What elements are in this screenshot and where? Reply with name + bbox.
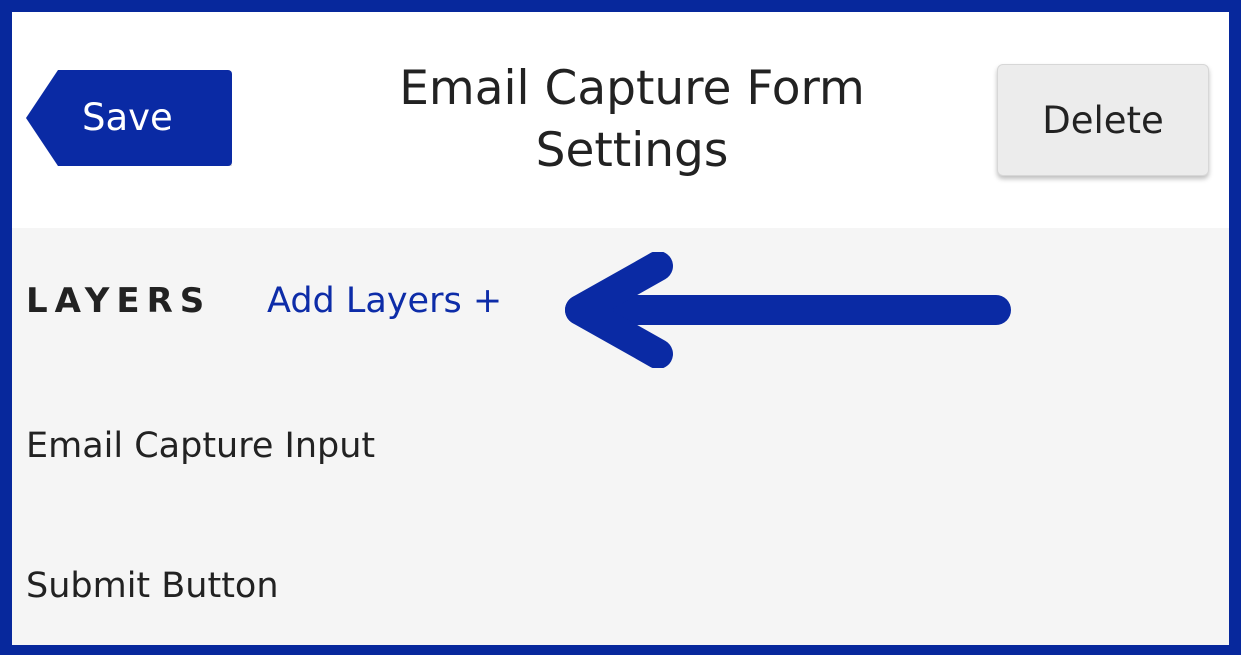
layers-section-label: LAYERS: [26, 281, 212, 321]
settings-header: Save Email Capture Form Settings Delete: [12, 12, 1229, 228]
layer-item-submit-button[interactable]: Submit Button: [26, 564, 279, 608]
layers-panel: LAYERS Add Layers + Email Capture Input …: [12, 228, 1229, 645]
delete-button[interactable]: Delete: [997, 64, 1209, 176]
layer-item-email-capture-input[interactable]: Email Capture Input: [26, 424, 375, 468]
screenshot-frame: Save Email Capture Form Settings Delete …: [0, 0, 1241, 655]
add-layers-link[interactable]: Add Layers +: [267, 280, 502, 322]
left-arrow-icon: [565, 252, 1011, 368]
save-button[interactable]: Save: [26, 70, 232, 166]
page-title: Email Capture Form Settings: [399, 61, 865, 178]
